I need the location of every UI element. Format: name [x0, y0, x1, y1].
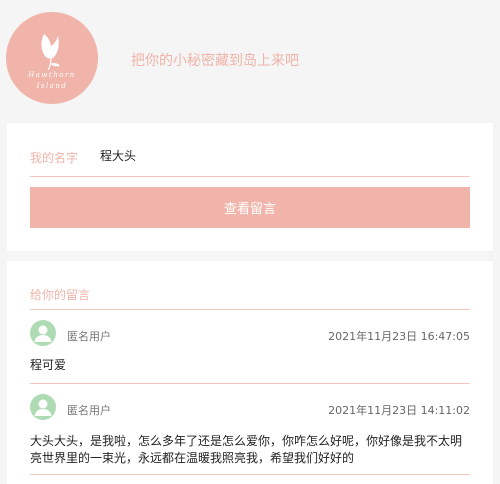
- logo[interactable]: Hawthorn Island: [6, 12, 98, 104]
- logo-text-line1: Hawthorn: [28, 71, 76, 79]
- messages-title: 给你的留言: [30, 288, 91, 302]
- logo-text-line2: Island: [36, 82, 68, 90]
- divider: [30, 309, 470, 310]
- view-messages-button[interactable]: 查看留言: [30, 187, 470, 228]
- message-content: 程可爱: [30, 358, 67, 372]
- message-user: 匿名用户: [67, 404, 111, 417]
- message-user: 匿名用户: [67, 330, 111, 343]
- message-time: 2021年11月23日 16:47:05: [328, 330, 470, 343]
- name-input[interactable]: [100, 145, 460, 165]
- divider: [30, 383, 470, 384]
- page-slogan: 把你的小秘密藏到岛上来吧: [131, 53, 299, 69]
- user-icon: [34, 399, 52, 416]
- header: Hawthorn Island 把你的小秘密藏到岛上来吧: [0, 0, 500, 120]
- messages-card: 给你的留言 匿名用户 2021年11月23日 16:47:05 程可爱 匿名用户…: [7, 261, 493, 484]
- divider: [30, 176, 470, 177]
- user-icon: [34, 325, 52, 342]
- divider: [30, 474, 470, 475]
- tulip-icon: [41, 34, 60, 71]
- avatar: [30, 320, 56, 346]
- avatar: [30, 394, 56, 420]
- name-form-card: 我的名字 查看留言: [7, 123, 493, 251]
- message-time: 2021年11月23日 14:11:02: [328, 404, 470, 417]
- name-label: 我的名字: [30, 151, 79, 165]
- message-content: 大头大头，是我啦，怎么多年了还是怎么爱你，你咋怎么好呢，你好像是我不太明亮世界里…: [30, 434, 463, 465]
